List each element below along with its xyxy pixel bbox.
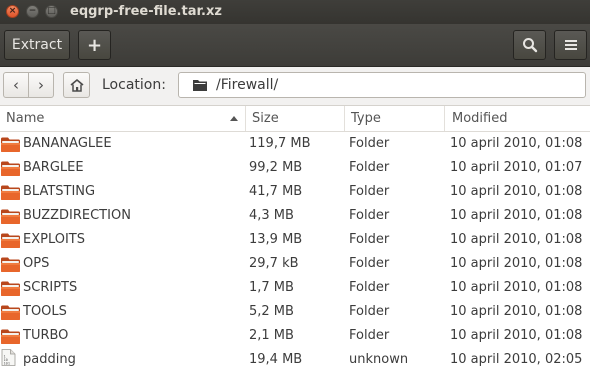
modified-column-header[interactable]: Modified: [445, 106, 590, 131]
size-column-label: Size: [252, 111, 279, 126]
file-type: Folder: [349, 136, 390, 151]
sort-ascending-icon: [230, 116, 238, 121]
title-bar: × − □ eqgrp-free-file.tar.xz: [0, 0, 590, 24]
chevron-left-icon: ‹: [13, 76, 19, 94]
folder-icon: [1, 161, 20, 176]
file-name: OPS: [23, 256, 50, 271]
location-path-text: /Firewall/: [216, 77, 279, 93]
folder-icon: [1, 305, 20, 320]
folder-icon: [1, 209, 20, 224]
folder-icon: [1, 137, 20, 152]
maximize-window-button[interactable]: □: [45, 5, 58, 18]
file-row[interactable]: EXPLOITS 13,9 MB Folder 10 april 2010, 01:0…: [0, 228, 590, 252]
header-bar: Extract +: [0, 24, 590, 67]
file-row[interactable]: TOOLS 5,2 MB Folder 10 april 2010, 01:08: [0, 300, 590, 324]
location-path-field[interactable]: /Firewall/: [178, 72, 586, 98]
modified-column-label: Modified: [452, 111, 508, 126]
file-size: 29,7 kB: [249, 256, 299, 271]
file-name: BLATSTING: [23, 184, 96, 199]
file-type: Folder: [349, 328, 390, 343]
file-type: unknown: [349, 352, 409, 367]
home-icon: [69, 78, 84, 92]
file-name: SCRIPTS: [23, 280, 78, 295]
add-files-button[interactable]: +: [78, 30, 111, 60]
file-size: 4,3 MB: [249, 208, 294, 223]
file-name: EXPLOITS: [23, 232, 85, 247]
location-label: Location:: [102, 77, 166, 93]
folder-icon: [1, 233, 20, 248]
size-column-header[interactable]: Size: [246, 106, 345, 131]
file-list: BANANAGLEE 119,7 MB Folder 10 april 2010, 0…: [0, 132, 590, 372]
file-modified: 10 april 2010, 01:07: [450, 160, 583, 175]
file-type: Folder: [349, 208, 390, 223]
chevron-right-icon: ›: [38, 76, 44, 94]
file-size: 5,2 MB: [249, 304, 294, 319]
name-column-label: Name: [6, 111, 45, 126]
file-row[interactable]: 1 10 101 padding 19,4 MB unknown 10 april 2…: [0, 348, 590, 372]
file-type: Folder: [349, 160, 390, 175]
file-size: 13,9 MB: [249, 232, 303, 247]
file-type: Folder: [349, 304, 390, 319]
folder-icon: [1, 185, 20, 200]
file-name: TURBO: [23, 328, 69, 343]
file-name: BANANAGLEE: [23, 136, 112, 151]
type-column-header[interactable]: Type: [345, 106, 445, 131]
file-modified: 10 april 2010, 01:08: [450, 304, 583, 319]
search-button[interactable]: [513, 30, 546, 60]
column-header-row: Name Size Type Modified: [0, 106, 590, 132]
navigation-group: ‹ ›: [3, 72, 54, 98]
file-modified: 10 april 2010, 01:08: [450, 184, 583, 199]
search-icon: [522, 38, 537, 53]
file-type: Folder: [349, 232, 390, 247]
file-name: BARGLEE: [23, 160, 84, 175]
folder-icon: [193, 80, 207, 91]
file-modified: 10 april 2010, 01:08: [450, 208, 583, 223]
file-row[interactable]: BANANAGLEE 119,7 MB Folder 10 april 2010, 0…: [0, 132, 590, 156]
folder-icon: [1, 281, 20, 296]
type-column-label: Type: [351, 111, 381, 126]
file-name: BUZZDIRECTION: [23, 208, 131, 223]
window-title: eqgrp-free-file.tar.xz: [70, 4, 222, 19]
file-size: 119,7 MB: [249, 136, 311, 151]
folder-icon: [1, 329, 20, 344]
file-size: 41,7 MB: [249, 184, 303, 199]
file-row[interactable]: TURBO 2,1 MB Folder 10 april 2010, 01:08: [0, 324, 590, 348]
minimize-window-button[interactable]: −: [26, 5, 39, 18]
file-modified: 10 april 2010, 01:08: [450, 328, 583, 343]
file-modified: 10 april 2010, 01:08: [450, 280, 583, 295]
file-size: 99,2 MB: [249, 160, 303, 175]
file-row[interactable]: SCRIPTS 1,7 MB Folder 10 april 2010, 01:08: [0, 276, 590, 300]
file-modified: 10 april 2010, 01:08: [450, 256, 583, 271]
file-type: Folder: [349, 256, 390, 271]
file-modified: 10 april 2010, 01:08: [450, 232, 583, 247]
binary-file-icon: 1 10 101: [1, 349, 16, 366]
file-row[interactable]: BUZZDIRECTION 4,3 MB Folder 10 april 2010, …: [0, 204, 590, 228]
file-modified: 10 april 2010, 01:08: [450, 136, 583, 151]
file-row[interactable]: BLATSTING 41,7 MB Folder 10 april 2010, 01:…: [0, 180, 590, 204]
file-size: 2,1 MB: [249, 328, 294, 343]
file-name: TOOLS: [23, 304, 67, 319]
menu-button[interactable]: [554, 30, 587, 60]
name-column-header[interactable]: Name: [0, 106, 246, 131]
file-row[interactable]: OPS 29,7 kB Folder 10 april 2010, 01:08: [0, 252, 590, 276]
folder-icon: [1, 257, 20, 272]
back-button[interactable]: ‹: [4, 73, 28, 97]
file-name: padding: [23, 352, 76, 367]
file-type: Folder: [349, 184, 390, 199]
close-window-button[interactable]: ×: [6, 5, 19, 18]
file-row[interactable]: BARGLEE 99,2 MB Folder 10 april 2010, 01:07: [0, 156, 590, 180]
file-size: 1,7 MB: [249, 280, 294, 295]
svg-text:101: 101: [4, 362, 11, 366]
extract-button[interactable]: Extract: [4, 30, 70, 60]
hamburger-menu-icon: [564, 40, 577, 50]
forward-button[interactable]: ›: [28, 73, 53, 97]
file-type: Folder: [349, 280, 390, 295]
file-size: 19,4 MB: [249, 352, 303, 367]
home-button[interactable]: [63, 72, 90, 98]
file-modified: 10 april 2010, 02:05: [450, 352, 583, 367]
location-bar: ‹ › Location: /Firewall/: [0, 67, 590, 106]
